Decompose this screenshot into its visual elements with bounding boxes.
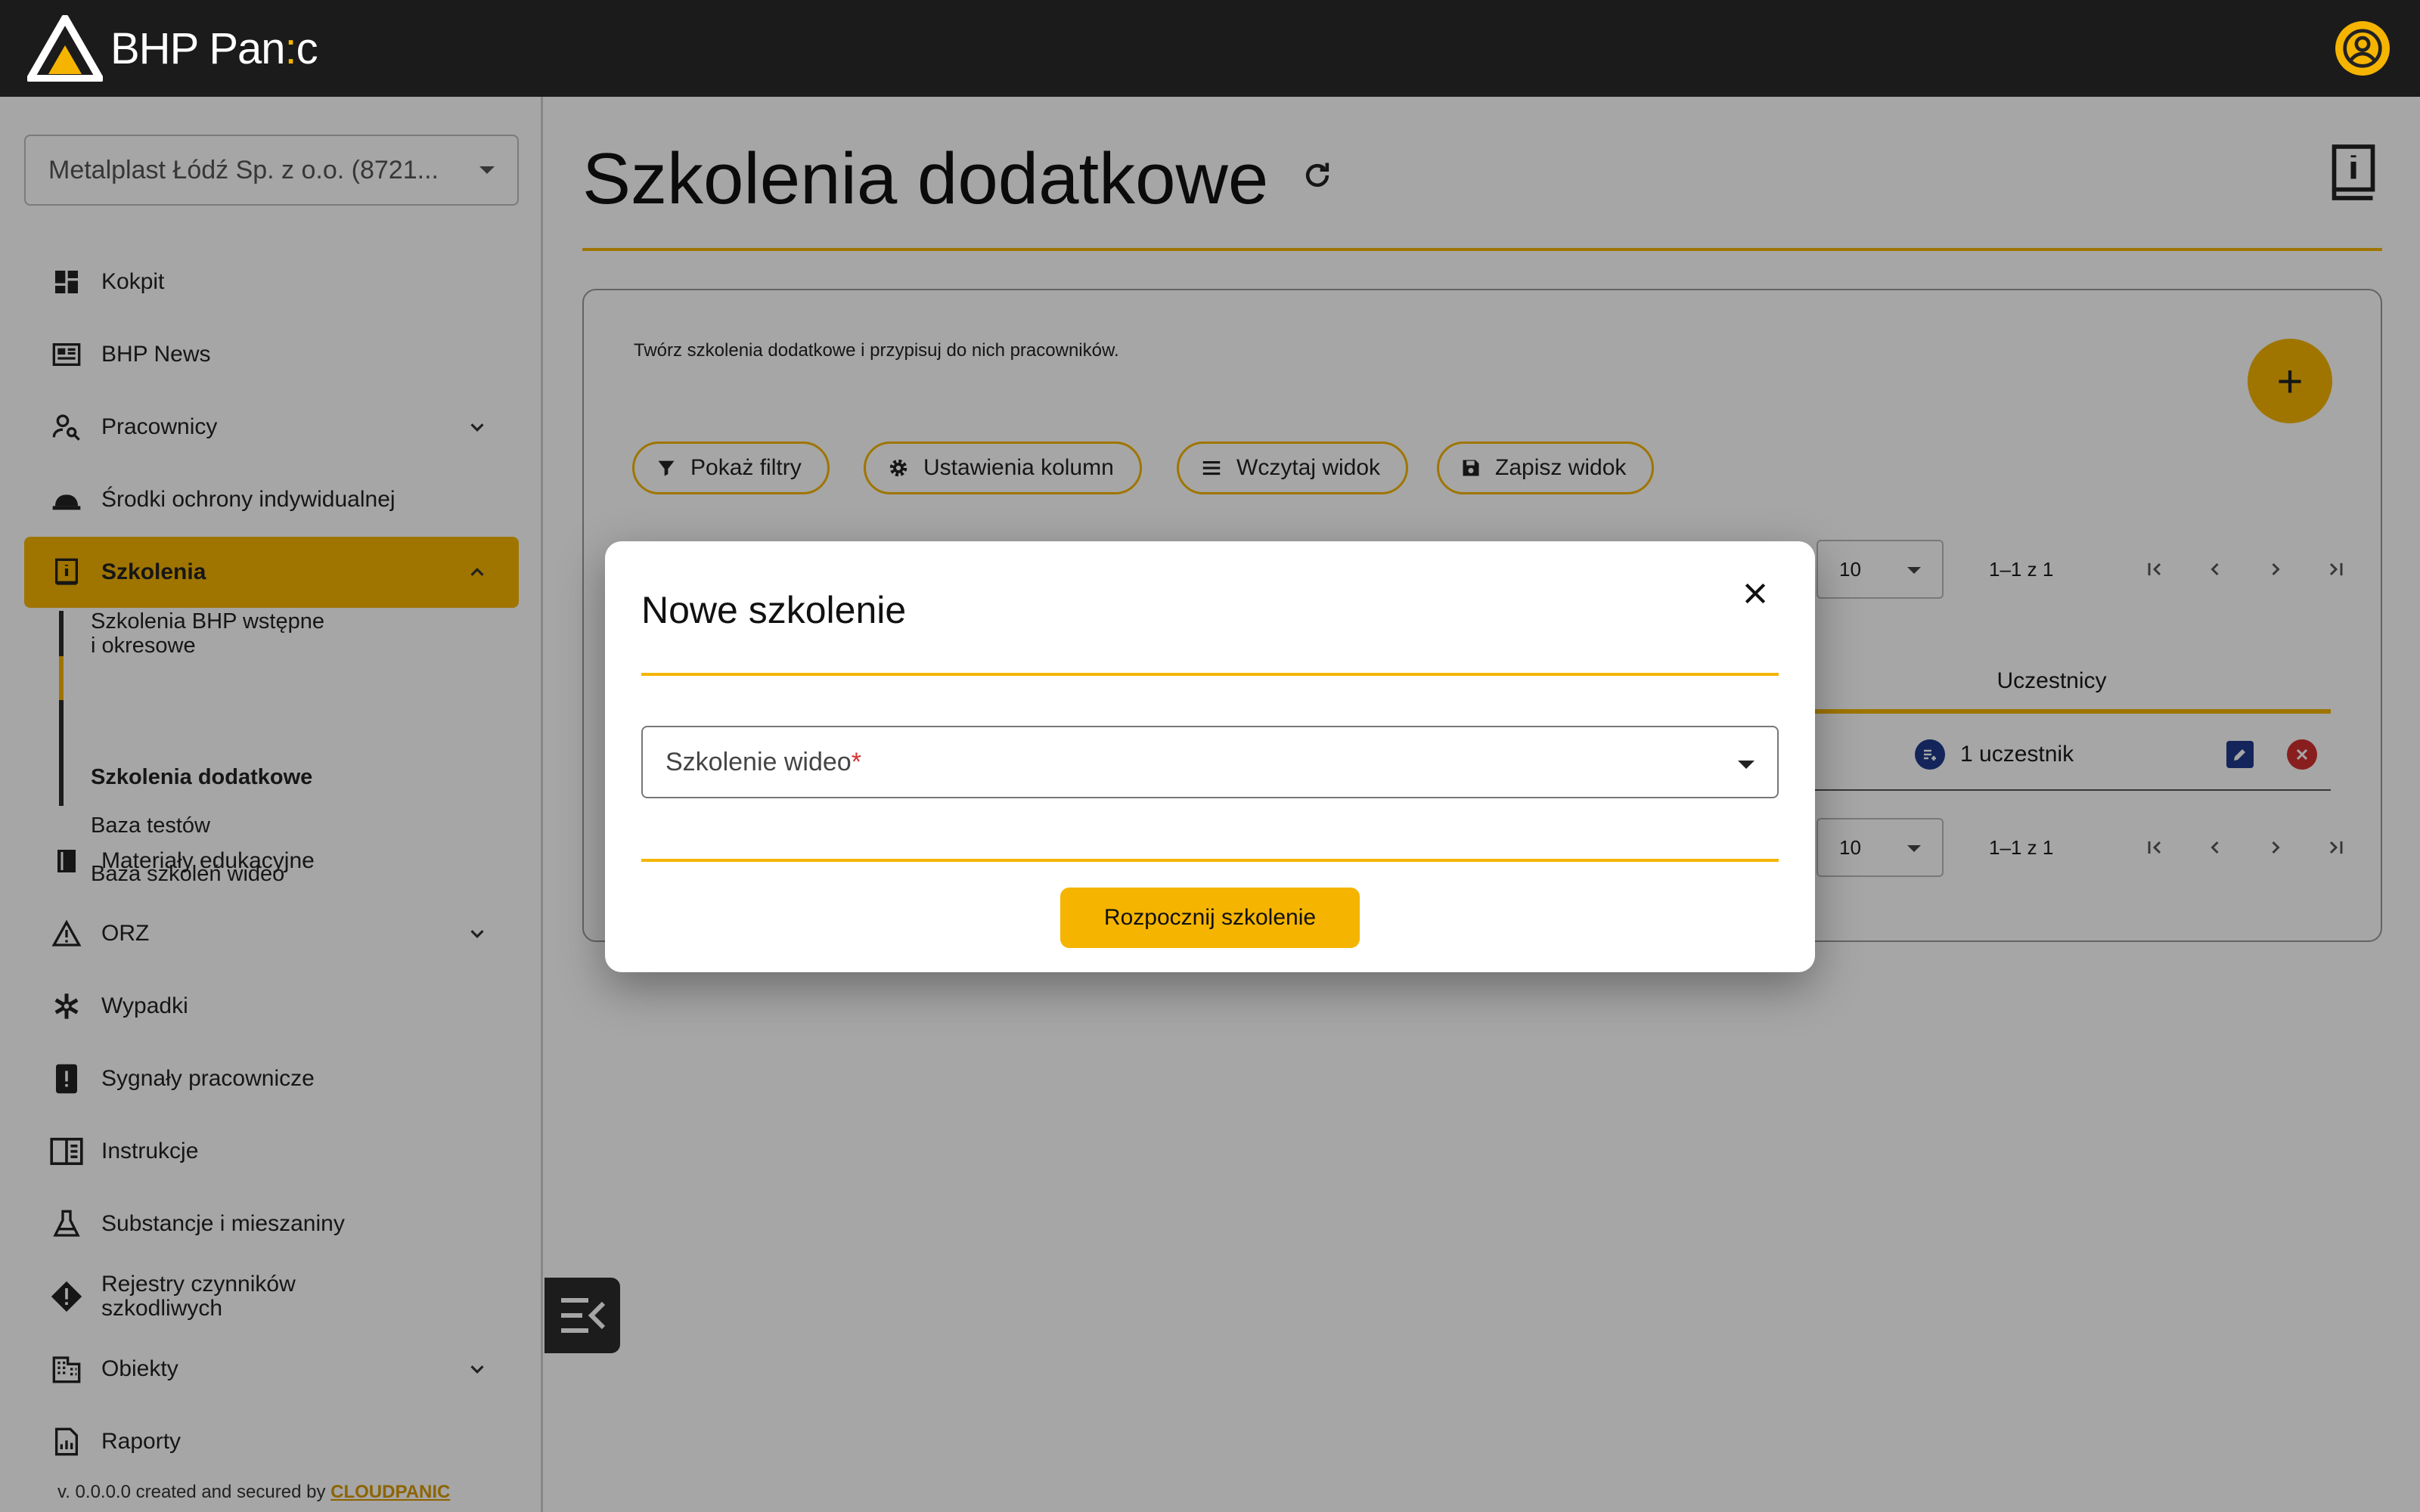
- close-dialog-button[interactable]: [1736, 575, 1774, 612]
- dialog-divider: [641, 859, 1779, 862]
- close-icon: [1745, 583, 1766, 604]
- app-logo[interactable]: BHP Pan:c: [27, 15, 318, 82]
- start-training-button[interactable]: Rozpocznij szkolenie: [1060, 888, 1360, 948]
- new-training-dialog: Nowe szkolenie Szkolenie wideo * Rozpoczn…: [605, 541, 1815, 972]
- required-marker: *: [851, 747, 861, 776]
- user-account-icon[interactable]: [2335, 21, 2390, 76]
- chevron-down-icon: [1738, 761, 1754, 769]
- app-name: BHP Pan:c: [110, 23, 318, 73]
- video-training-select[interactable]: Szkolenie wideo *: [641, 726, 1779, 798]
- top-bar: BHP Pan:c: [0, 0, 2420, 97]
- field-label: Szkolenie wideo: [666, 747, 852, 776]
- dialog-title: Nowe szkolenie: [641, 589, 907, 631]
- logo-triangle-icon: [27, 15, 103, 82]
- dialog-divider: [641, 673, 1779, 676]
